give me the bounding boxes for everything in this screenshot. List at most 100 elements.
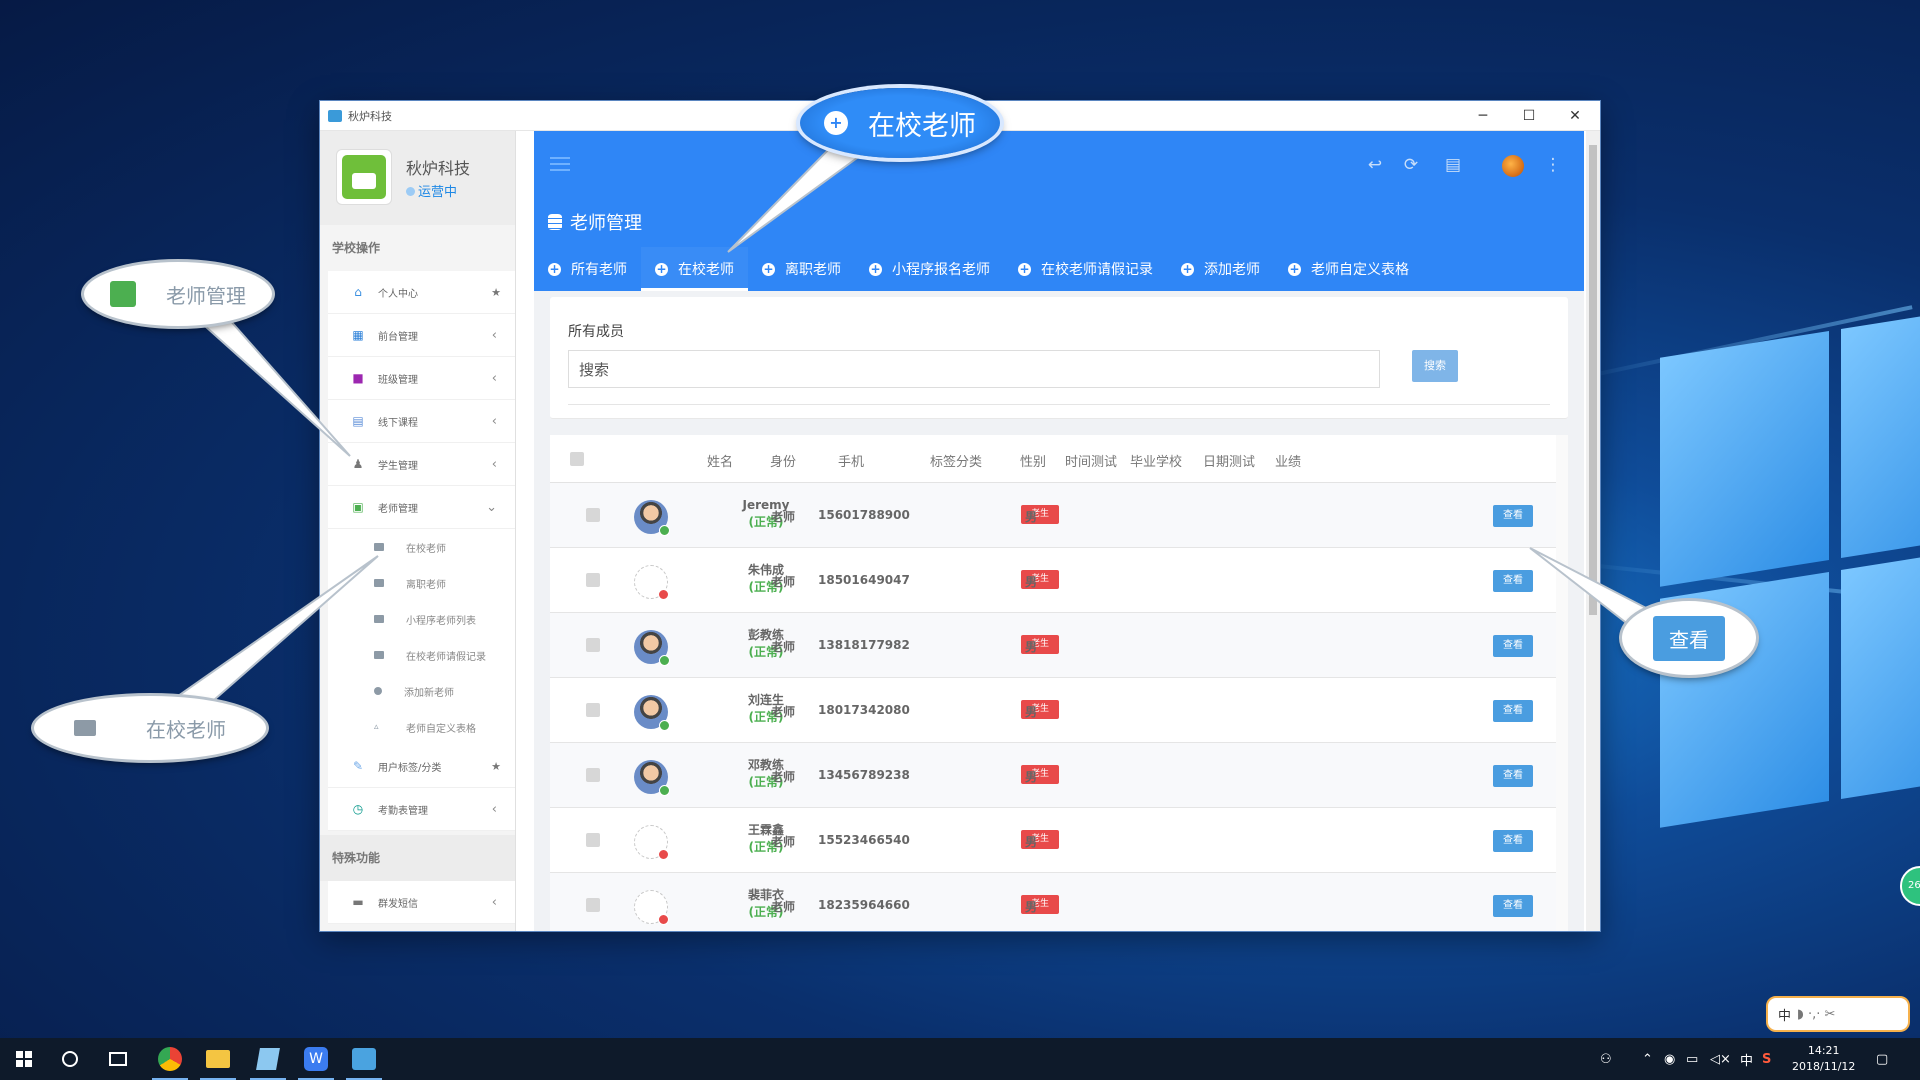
view-button[interactable]: 查看 xyxy=(1493,765,1533,787)
file-explorer-icon[interactable] xyxy=(196,1042,240,1080)
teacher-name[interactable]: 王霖鑫 xyxy=(706,822,826,839)
more-vertical-icon[interactable]: ⋮ xyxy=(1542,155,1564,175)
sidebar-item-personal-center[interactable]: ⌂ 个人中心 ★ xyxy=(328,271,515,314)
row-checkbox[interactable] xyxy=(586,573,600,587)
app-taskbar-icon[interactable] xyxy=(342,1042,386,1080)
minimize-button[interactable]: ─ xyxy=(1460,101,1506,131)
row-checkbox[interactable] xyxy=(586,703,600,717)
table-row: 彭教练 (正常) 老师 13818177982 老生男查看 xyxy=(550,613,1556,678)
start-windows-icon[interactable] xyxy=(2,1042,46,1076)
ime-toolbar[interactable]: 中 ◗ ·,· ✂ xyxy=(1766,996,1910,1032)
column-header[interactable]: 性别 xyxy=(1020,451,1046,470)
tab-current-teachers[interactable]: + 在校老师 xyxy=(641,247,748,291)
gender-cell: 男 xyxy=(1025,640,1038,654)
security-icon[interactable]: ◉ xyxy=(1664,1038,1675,1080)
scrollbar-thumb[interactable] xyxy=(1589,145,1597,615)
gender-cell: 男 xyxy=(1025,900,1038,914)
sidebar-item-class[interactable]: ■ 班级管理 ‹ xyxy=(328,357,515,400)
row-checkbox[interactable] xyxy=(586,898,600,912)
user-avatar[interactable] xyxy=(1502,155,1524,177)
clock[interactable]: 14:21 2018/11/12 xyxy=(1792,1038,1855,1080)
tray-chevron-up-icon[interactable]: ⌃ xyxy=(1642,1038,1653,1080)
column-header[interactable]: 时间测试 xyxy=(1065,451,1117,470)
sidebar-subitem-add-teacher[interactable]: 添加新老师 xyxy=(328,673,515,709)
chrome-icon[interactable] xyxy=(148,1042,192,1080)
task-view-icon[interactable] xyxy=(96,1042,140,1076)
column-header[interactable]: 姓名 xyxy=(707,451,733,470)
notepad-icon[interactable] xyxy=(246,1042,290,1080)
teacher-name[interactable]: 朱伟成 xyxy=(706,562,826,579)
plus-circle-icon xyxy=(374,687,382,695)
network-icon[interactable]: ▭ xyxy=(1686,1038,1698,1080)
refresh-icon[interactable]: ⟳ xyxy=(1400,155,1422,175)
divider xyxy=(568,404,1550,405)
hamburger-menu-icon[interactable] xyxy=(550,157,570,171)
tab-miniprogram-signup[interactable]: + 小程序报名老师 xyxy=(855,247,1004,291)
view-button[interactable]: 查看 xyxy=(1493,505,1533,527)
wps-icon[interactable]: W xyxy=(294,1042,338,1080)
view-button[interactable]: 查看 xyxy=(1493,635,1533,657)
search-input[interactable]: 搜索 xyxy=(568,350,1380,388)
volume-icon[interactable]: ◁× xyxy=(1710,1038,1731,1080)
tab-leave-records[interactable]: + 在校老师请假记录 xyxy=(1004,247,1167,291)
sidebar-item-front-desk[interactable]: ▦ 前台管理 ‹ xyxy=(328,314,515,357)
chevron-left-icon: ‹ xyxy=(491,456,497,472)
input-language[interactable]: 中 xyxy=(1740,1038,1753,1080)
tab-add-teacher[interactable]: + 添加老师 xyxy=(1167,247,1274,291)
column-header[interactable]: 业绩 xyxy=(1275,451,1301,470)
gender-cell: 男 xyxy=(1025,575,1038,589)
teacher-name[interactable]: 彭教练 xyxy=(706,627,826,644)
list-icon xyxy=(374,543,384,551)
row-checkbox[interactable] xyxy=(586,508,600,522)
column-header[interactable]: 手机 xyxy=(838,451,864,470)
sidebar-item-teachers[interactable]: ▣ 老师管理 ⌄ xyxy=(328,486,515,529)
close-button[interactable]: ✕ xyxy=(1552,101,1598,131)
window-scrollbar[interactable] xyxy=(1586,131,1600,931)
sidebar-item-attendance[interactable]: ◷ 考勤表管理 ‹ xyxy=(328,788,515,831)
callout-teacher-management: 老师管理 xyxy=(84,262,272,326)
view-button[interactable]: 查看 xyxy=(1493,570,1533,592)
gender-cell: 男 xyxy=(1025,770,1038,784)
sidebar-item-user-tags[interactable]: ✎ 用户标签/分类 ★ xyxy=(328,745,515,788)
star-icon[interactable]: ★ xyxy=(491,760,501,773)
tab-former-teachers[interactable]: + 离职老师 xyxy=(748,247,855,291)
teacher-name[interactable]: 邓教练 xyxy=(706,757,826,774)
star-icon[interactable]: ★ xyxy=(491,286,501,299)
chat-icon[interactable]: ▤ xyxy=(1442,155,1464,175)
notification-icon[interactable]: ▢ xyxy=(1876,1038,1888,1080)
row-checkbox[interactable] xyxy=(586,833,600,847)
column-header[interactable]: 身份 xyxy=(770,451,796,470)
table-scrollbar[interactable] xyxy=(1556,435,1568,931)
search-button[interactable]: 搜索 xyxy=(1412,350,1458,382)
cortana-search-icon[interactable] xyxy=(48,1042,92,1076)
sidebar-subitem-current-teachers[interactable]: 在校老师 xyxy=(328,529,515,565)
row-checkbox[interactable] xyxy=(586,638,600,652)
sidebar-item-sms[interactable]: ▬ 群发短信 ‹ xyxy=(328,881,515,924)
sidebar-item-label: 群发短信 xyxy=(378,898,418,910)
back-arrow-icon[interactable]: ↩ xyxy=(1364,155,1386,175)
sidebar-subitem-miniprogram-teachers[interactable]: 小程序老师列表 xyxy=(328,601,515,637)
sidebar-subitem-custom-table[interactable]: ▵ 老师自定义表格 xyxy=(328,709,515,745)
maximize-button[interactable]: ☐ xyxy=(1506,101,1552,131)
sogou-icon[interactable]: S xyxy=(1762,1038,1771,1080)
message-icon: ▬ xyxy=(352,895,364,909)
teacher-name[interactable]: Jeremy xyxy=(706,497,826,514)
sidebar-item-students[interactable]: ♟ 学生管理 ‹ xyxy=(328,443,515,486)
view-button[interactable]: 查看 xyxy=(1493,895,1533,917)
view-button[interactable]: 查看 xyxy=(1493,830,1533,852)
teacher-name[interactable]: 裴菲衣 xyxy=(706,887,826,904)
people-icon[interactable]: ⚇ xyxy=(1600,1038,1612,1080)
column-header[interactable]: 毕业学校 xyxy=(1130,451,1182,470)
sidebar-item-offline-course[interactable]: ▤ 线下课程 ‹ xyxy=(328,400,515,443)
sidebar-subitem-leave-records[interactable]: 在校老师请假记录 xyxy=(328,637,515,673)
tab-custom-table[interactable]: + 老师自定义表格 xyxy=(1274,247,1423,291)
select-all-checkbox[interactable] xyxy=(570,452,584,466)
row-checkbox[interactable] xyxy=(586,768,600,782)
sidebar-subitem-former-teachers[interactable]: 离职老师 xyxy=(328,565,515,601)
view-button[interactable]: 查看 xyxy=(1493,700,1533,722)
teacher-name[interactable]: 刘连生 xyxy=(706,692,826,709)
column-header[interactable]: 标签分类 xyxy=(930,451,982,470)
plus-circle-icon: + xyxy=(869,261,882,276)
tab-all-teachers[interactable]: + 所有老师 xyxy=(534,247,641,291)
column-header[interactable]: 日期测试 xyxy=(1203,451,1255,470)
